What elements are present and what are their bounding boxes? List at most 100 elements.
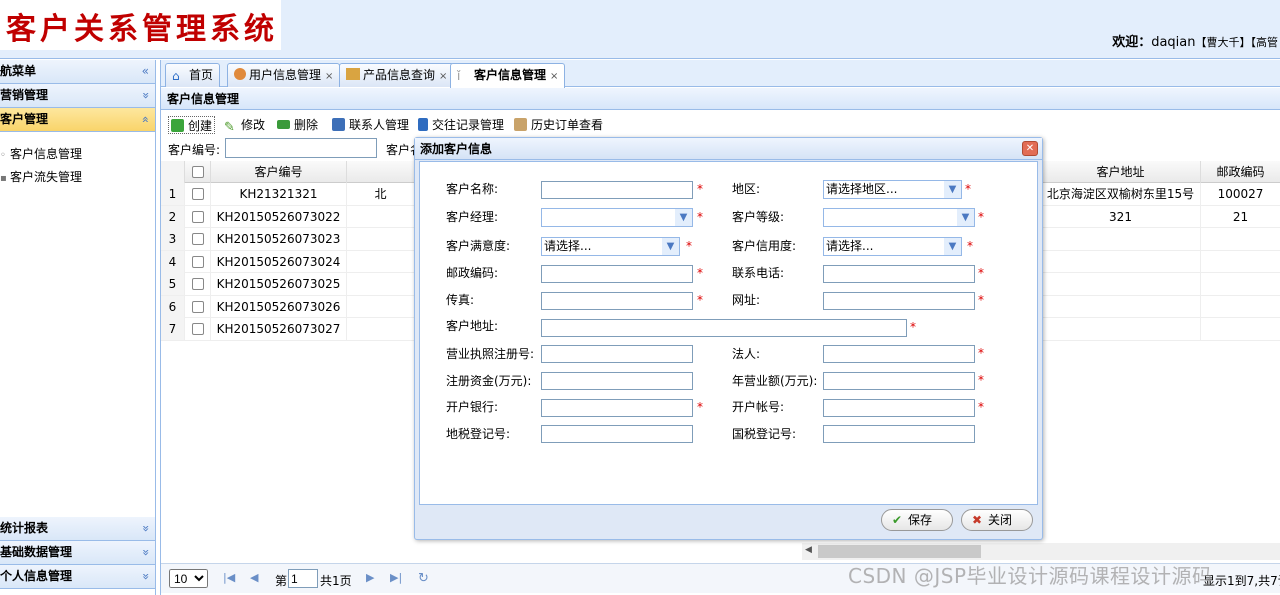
sidebar-section-personal[interactable]: 个人信息管理 » [0,565,155,589]
page-total: 共1页 [320,574,352,588]
close-icon[interactable]: × [550,71,558,82]
sidebar-section-customer[interactable]: 客户管理 » [0,108,155,132]
select-all-checkbox[interactable] [191,166,204,178]
sidebar-section-basedata[interactable]: 基础数据管理 » [0,541,155,565]
document-icon [514,118,527,131]
cell-address [1041,273,1201,295]
column-code[interactable]: 客户编号 [211,161,347,183]
tab-home[interactable]: ⌂ 首页 [165,63,221,87]
customer-code-label: 客户编号: [168,143,221,157]
page-prefix: 第 [275,574,288,588]
pencil-icon: ✎ [224,120,235,135]
last-page-icon[interactable]: ▶| [390,571,402,584]
bank-field[interactable] [541,399,693,417]
customer-name-label: 客户名称: [446,182,499,196]
address-field[interactable] [541,319,907,337]
dialog-form: 客户名称: * 地区: 请选择地区... ▼ * 客户经理: ▼ * 客户等级: … [419,161,1038,505]
tab-customer-info[interactable]: ǐ 客户信息管理 × [450,63,566,88]
customer-name-field[interactable] [541,181,693,199]
save-button[interactable]: ✔ 保存 [881,509,953,531]
horizontal-scrollbar[interactable]: ◀ [802,543,1280,560]
tab-product-query[interactable]: 产品信息查询 × [339,63,455,87]
minus-icon [277,120,290,129]
sidebar: 航菜单 « 营销管理 » 客户管理 » ◦ 客户信息管理 ▪ 客户流失管理 统计报表… [0,60,156,595]
phone-field[interactable] [823,265,975,283]
orders-button[interactable]: 历史订单查看 [514,116,603,134]
records-label: 交往记录管理 [432,118,505,132]
tab-label: 用户信息管理 [249,68,322,82]
row-number: 2 [161,205,185,228]
page-size-select[interactable]: 10 [169,569,208,588]
close-button[interactable]: ✖ 关闭 [961,509,1033,531]
refresh-icon[interactable]: ↻ [418,571,429,586]
website-field[interactable] [823,292,975,310]
satisfaction-select[interactable]: 请选择... ▼ [541,237,680,256]
page-number-input[interactable] [288,569,318,588]
turnover-field[interactable] [823,372,975,390]
prev-page-icon[interactable]: ◀ [250,571,258,584]
legal-label: 法人: [732,347,761,361]
close-icon[interactable]: × [439,71,447,82]
contacts-button[interactable]: 联系人管理 [332,116,409,134]
bullet-icon: ◦ [0,150,6,161]
close-icon[interactable]: ✕ [1022,141,1038,156]
scroll-left-icon[interactable]: ◀ [805,545,812,555]
next-page-icon[interactable]: ▶ [366,571,374,584]
postcode-field[interactable] [541,265,693,283]
national-tax-label: 国税登记号: [732,427,797,441]
cell-address [1041,295,1201,318]
close-icon[interactable]: × [325,71,333,82]
app-logo: 客户关系管理系统 [0,0,281,50]
scroll-thumb[interactable] [818,545,981,558]
column-address[interactable]: 客户地址 [1041,161,1201,183]
fax-field[interactable] [541,292,693,310]
region-select[interactable]: 请选择地区... ▼ [823,180,962,199]
orders-label: 历史订单查看 [531,118,604,132]
column-postcode[interactable]: 邮政编码 [1201,161,1280,183]
legal-field[interactable] [823,345,975,363]
sidebar-item-customer-info[interactable]: ◦ 客户信息管理 [0,143,82,165]
sidebar-section-marketing[interactable]: 营销管理 » [0,84,155,108]
row-checkbox[interactable] [191,188,204,200]
website-label: 网址: [732,293,761,307]
turnover-label: 年营业额(万元): [732,374,818,388]
sidebar-nav-label: 航菜单 [0,64,37,78]
manager-select[interactable]: ▼ [541,208,693,227]
check-icon: ✔ [891,513,903,527]
cell-code: KH20150526073026 [211,295,347,318]
license-field[interactable] [541,345,693,363]
records-button[interactable]: 交往记录管理 [418,116,504,134]
row-checkbox[interactable] [191,255,204,268]
first-page-icon[interactable]: |◀ [223,571,235,584]
edit-button[interactable]: ✎ 修改 [224,116,265,134]
row-number: 3 [161,228,185,250]
cell-mid [347,318,415,340]
chevron-down-icon: ▼ [944,238,961,255]
local-tax-field[interactable] [541,425,693,443]
level-select[interactable]: ▼ [823,208,975,227]
delete-button[interactable]: 删除 [277,116,318,134]
create-button[interactable]: 创建 [168,116,216,134]
cell-mid [347,228,415,250]
manager-label: 客户经理: [446,210,499,224]
sidebar-section-reports[interactable]: 统计报表 » [0,517,155,541]
sidebar-nav-header[interactable]: 航菜单 « [0,60,155,84]
tab-user-info[interactable]: 用户信息管理 × [227,63,341,87]
national-tax-field[interactable] [823,425,975,443]
chevron-down-icon: » [138,572,153,581]
cell-mid: 北 [347,183,415,205]
row-checkbox[interactable] [191,210,204,223]
row-select-cell [185,183,211,205]
watermark: CSDN @JSP毕业设计源码课程设计源码 [848,564,1213,588]
customer-code-input[interactable] [225,138,377,158]
credit-select[interactable]: 请选择... ▼ [823,237,962,256]
row-checkbox[interactable] [191,300,204,313]
account-field[interactable] [823,399,975,417]
row-checkbox[interactable] [191,278,204,290]
row-checkbox[interactable] [191,323,204,335]
cell-mid [347,205,415,228]
sidebar-item-customer-loss[interactable]: ▪ 客户流失管理 [0,166,82,188]
capital-field[interactable] [541,372,693,390]
row-checkbox[interactable] [191,233,204,245]
collapse-icon[interactable]: « [142,60,149,83]
